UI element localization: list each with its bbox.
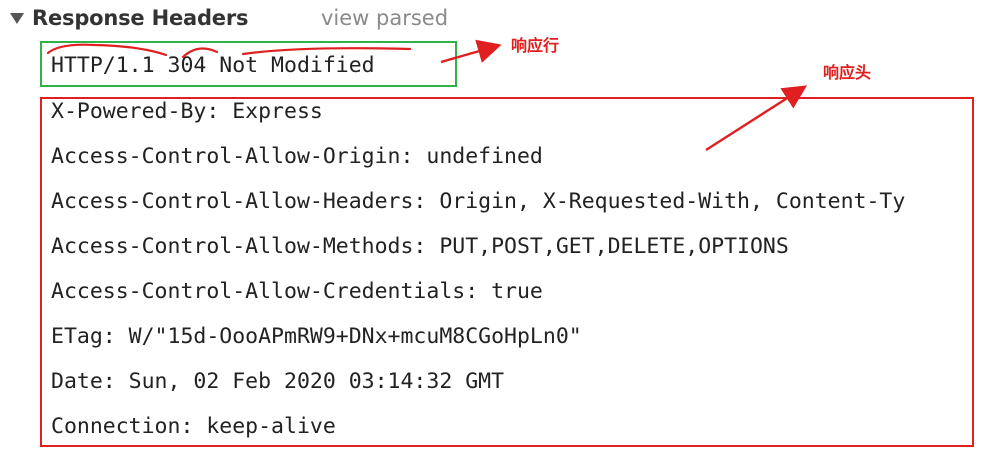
headers-highlight-box bbox=[40, 97, 974, 447]
status-line-annotation: 响应行 bbox=[511, 36, 560, 55]
headers-annotation: 响应头 bbox=[823, 63, 872, 82]
status-line-highlight-box bbox=[40, 41, 457, 87]
